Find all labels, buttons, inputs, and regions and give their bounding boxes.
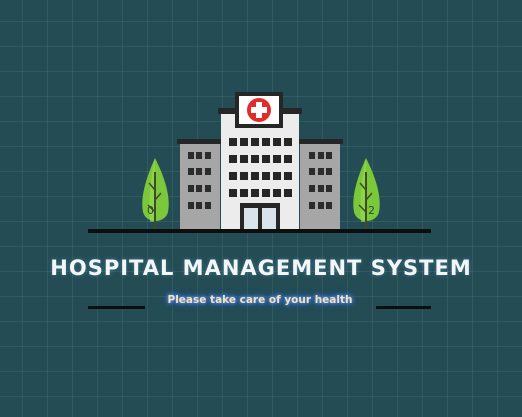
tree-icon-right: 2 <box>353 158 380 230</box>
tree-label-left: 0 <box>147 204 154 217</box>
app-tagline: Please take care of your health <box>167 294 353 306</box>
hospital-illustration: 0 2 <box>88 92 431 233</box>
tagline-divider-left <box>88 306 145 309</box>
ground-line <box>88 229 431 233</box>
tagline-divider-right <box>376 306 431 309</box>
tree-label-right: 2 <box>368 204 375 217</box>
red-cross-icon <box>247 98 271 122</box>
tree-icon-left: 0 <box>142 158 169 230</box>
hospital-building-icon <box>177 92 343 232</box>
splash-screen: 0 2 HOSPITAL MANAGEMENT SYSTEM Please ta… <box>0 0 522 417</box>
tagline-row: Please take care of your health <box>0 294 522 314</box>
app-title: HOSPITAL MANAGEMENT SYSTEM <box>50 256 472 280</box>
